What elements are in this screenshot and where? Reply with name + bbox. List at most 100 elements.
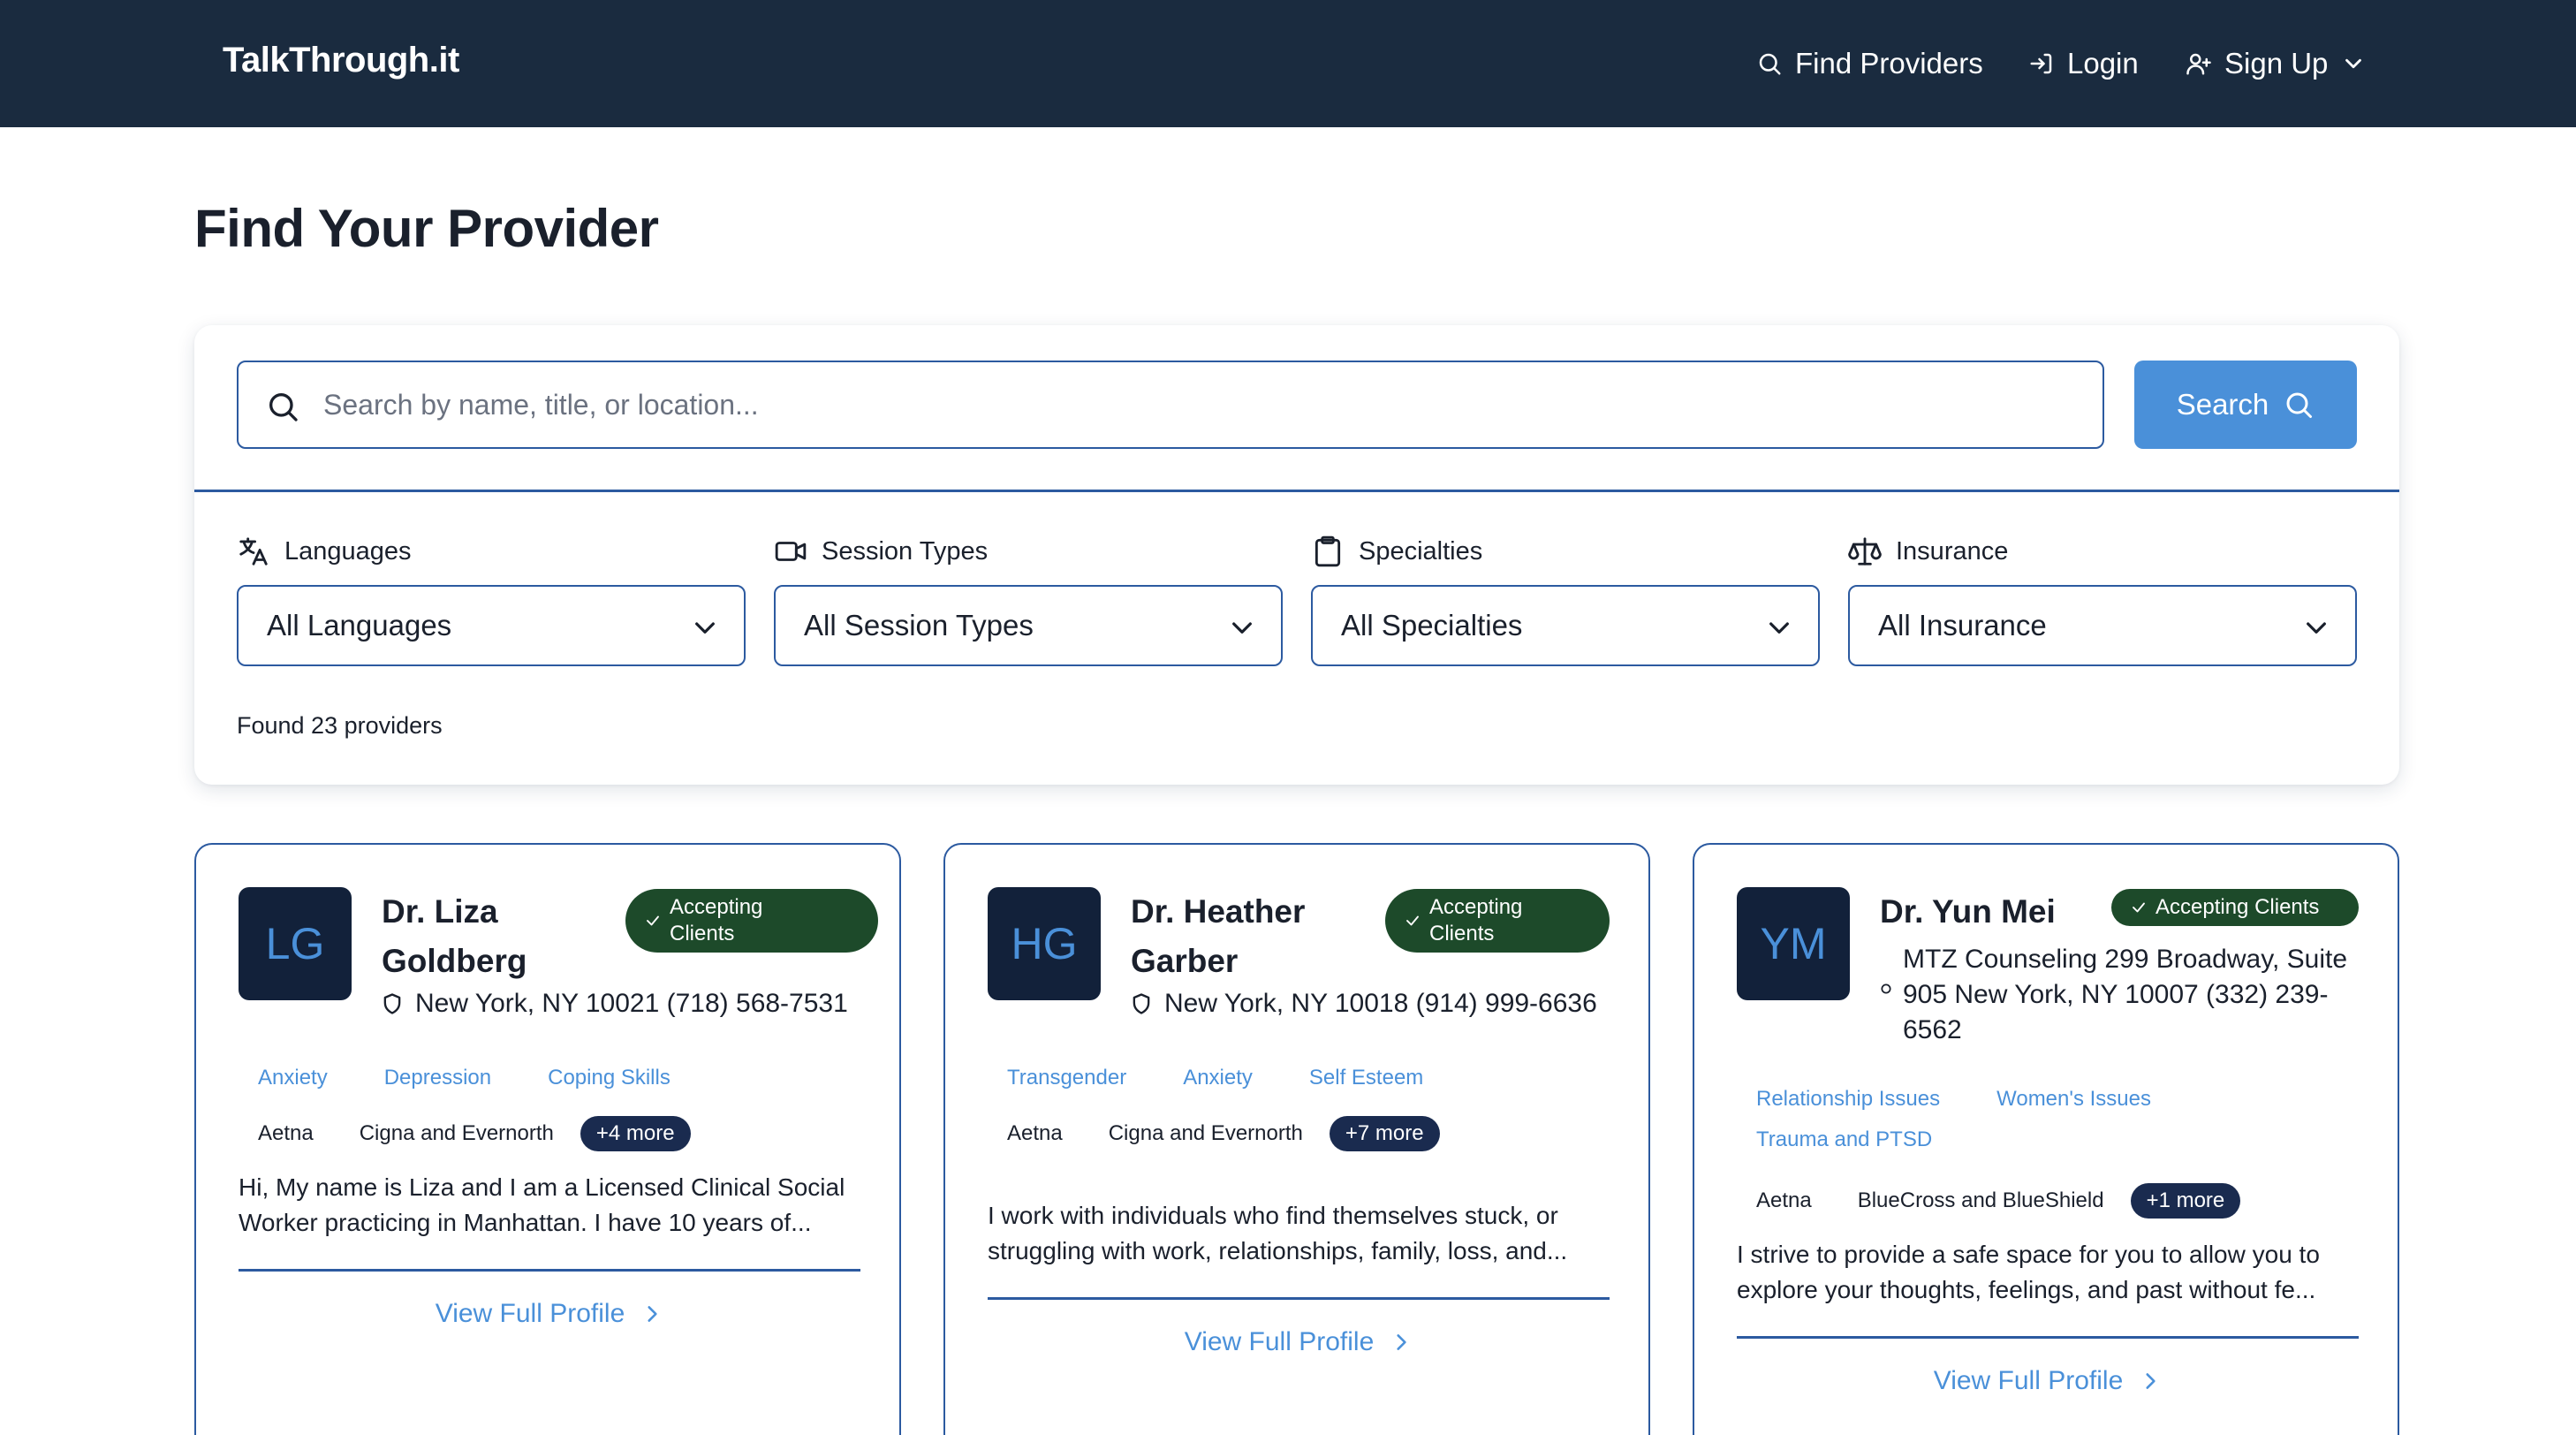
more-insurance-badge[interactable]: +1 more	[2130, 1183, 2241, 1219]
session-types-select[interactable]: All Session Types	[774, 585, 1283, 666]
badge-line: Accepting Clients	[2156, 895, 2320, 919]
avatar: LG	[239, 887, 352, 1000]
chevron-down-icon	[1232, 622, 1252, 634]
brand-logo[interactable]: TalkThrough.it	[223, 41, 459, 80]
provider-name-line: Goldberg	[382, 943, 527, 979]
nav-login[interactable]: Login	[2028, 42, 2139, 85]
view-full-profile-label: View Full Profile	[435, 1299, 625, 1328]
video-icon	[775, 542, 807, 561]
insurance-select-value: All Insurance	[1878, 609, 2047, 642]
specialty-tag: Relationship Issues	[1756, 1087, 1941, 1111]
avatar: HG	[988, 887, 1101, 1000]
specialties-select-value: All Specialties	[1341, 609, 1523, 642]
specialties-select[interactable]: All Specialties	[1311, 585, 1820, 666]
chevron-down-icon	[2307, 622, 2326, 634]
accepting-clients-badge: Accepting Clients	[2111, 889, 2359, 926]
filter-label: Insurance	[1848, 534, 2357, 569]
provider-name-line: Garber	[1131, 943, 1239, 979]
insurance-tags: Aetna Cigna and Evernorth +7 more	[988, 1113, 1440, 1154]
session-types-select-value: All Session Types	[804, 609, 1034, 642]
insurance-tags: Aetna BlueCross and BlueShield +1 more	[1737, 1181, 2241, 1221]
insurance-tag: Aetna	[1756, 1188, 1812, 1212]
badge-line: Clients	[1429, 922, 1495, 945]
chevron-right-icon	[2146, 1373, 2156, 1389]
specialty-tag: Self Esteem	[1308, 1066, 1424, 1090]
description-line: Worker practicing in Manhattan. I have 1…	[239, 1209, 812, 1236]
filter-languages: Languages All Languages	[237, 534, 746, 666]
nav-sign-up-label: Sign Up	[2224, 47, 2329, 80]
provider-location-line: 905 New York, NY 10007 (332) 239-	[1903, 980, 2329, 1009]
specialty-tags: Anxiety Depression Coping Skills	[239, 1055, 690, 1101]
provider-location-line: 6562	[1903, 1015, 1962, 1044]
insurance-select[interactable]: All Insurance	[1848, 585, 2357, 666]
specialty-tag: Anxiety	[1183, 1066, 1253, 1090]
accepting-clients-badge: Accepting Clients	[1385, 889, 1610, 953]
provider-card[interactable]: HG Dr. Heather Garber Accepting Clients …	[943, 843, 1650, 1435]
provider-card[interactable]: LG Dr. Liza Goldberg Accepting Clients N…	[194, 843, 901, 1435]
insurance-tag: Cigna and Evernorth	[1108, 1121, 1303, 1145]
languages-select[interactable]: All Languages	[237, 585, 746, 666]
provider-location: New York, NY 10018 (914) 999-6636	[1129, 986, 1597, 1021]
insurance-tag: Cigna and Evernorth	[359, 1121, 554, 1145]
provider-name[interactable]: Dr. Yun Mei	[1880, 887, 2056, 937]
chevron-down-icon	[695, 622, 715, 634]
specialty-tags: Relationship Issues Women's Issues Traum…	[1737, 1076, 2359, 1163]
filter-specialties: Specialties All Specialties	[1311, 534, 1820, 666]
search-icon	[269, 393, 298, 421]
check-icon	[2133, 902, 2145, 913]
description-line: I work with individuals who find themsel…	[988, 1202, 1558, 1229]
view-full-profile-link[interactable]: View Full Profile	[1737, 1366, 2359, 1396]
description-line: explore your thoughts, feelings, and pas…	[1737, 1276, 2316, 1303]
insurance-tag: Aetna	[1007, 1121, 1063, 1145]
chevron-down-icon	[1769, 622, 1789, 634]
provider-location-text: New York, NY 10021 (718) 568-7531	[415, 989, 848, 1018]
search-input[interactable]	[323, 371, 2081, 438]
search-box[interactable]	[237, 361, 2104, 449]
card-divider	[239, 1269, 860, 1272]
description-line: I strive to provide a safe space for you…	[1737, 1241, 2320, 1268]
view-full-profile-label: View Full Profile	[1933, 1366, 2124, 1395]
search-icon	[2286, 392, 2313, 418]
card-divider	[988, 1297, 1610, 1300]
badge-line: Clients	[670, 922, 735, 945]
shield-icon	[1133, 993, 1150, 1014]
more-insurance-badge[interactable]: +4 more	[580, 1116, 691, 1151]
nav-login-label: Login	[2067, 47, 2139, 80]
more-insurance-badge[interactable]: +7 more	[1329, 1116, 1440, 1151]
description-line: struggling with work, relationships, fam…	[988, 1237, 1568, 1264]
filter-label: Languages	[237, 534, 746, 569]
view-full-profile-link[interactable]: View Full Profile	[239, 1299, 860, 1329]
badge-line: Accepting	[1429, 895, 1523, 919]
panel-divider	[194, 490, 2399, 492]
translate-icon	[239, 537, 268, 566]
nav-find-providers[interactable]: Find Providers	[1756, 42, 1983, 85]
check-icon	[1406, 915, 1419, 926]
search-button-label: Search	[2176, 388, 2269, 421]
provider-location: MTZ Counseling 299 Broadway, Suite 905 N…	[1880, 942, 2347, 1048]
scale-icon	[1848, 537, 1882, 566]
chevron-down-icon	[2345, 58, 2362, 69]
nav-sign-up[interactable]: Sign Up	[2186, 42, 2367, 85]
filter-label: Session Types	[774, 534, 1283, 569]
provider-description: I strive to provide a safe space for you…	[1737, 1237, 2359, 1308]
top-navbar: TalkThrough.it Find Providers Login Sign…	[0, 0, 2576, 127]
search-button[interactable]: Search	[2134, 361, 2357, 449]
specialty-tag: Depression	[383, 1066, 492, 1090]
filter-insurance: Insurance All Insurance	[1848, 534, 2357, 666]
provider-name[interactable]: Dr. Liza Goldberg	[382, 887, 527, 986]
provider-card[interactable]: YM Dr. Yun Mei Accepting Clients MTZ Cou…	[1693, 843, 2399, 1435]
filter-label: Specialties	[1311, 534, 1820, 569]
view-full-profile-label: View Full Profile	[1184, 1327, 1375, 1356]
provider-name[interactable]: Dr. Heather Garber	[1131, 887, 1305, 986]
provider-location-text: New York, NY 10018 (914) 999-6636	[1164, 989, 1597, 1018]
search-panel: Search Languages All Languages Session T…	[194, 325, 2399, 785]
insurance-tags: Aetna Cigna and Evernorth +4 more	[239, 1113, 691, 1154]
location-dot-icon	[1881, 983, 1891, 994]
description-line: Hi, My name is Liza and I am a Licensed …	[239, 1173, 845, 1201]
nav-find-providers-label: Find Providers	[1795, 47, 1983, 80]
accepting-clients-badge: Accepting Clients	[625, 889, 878, 953]
chevron-right-icon	[648, 1306, 657, 1322]
filter-insurance-label: Insurance	[1896, 536, 2009, 566]
check-icon	[647, 915, 659, 926]
view-full-profile-link[interactable]: View Full Profile	[988, 1327, 1610, 1357]
